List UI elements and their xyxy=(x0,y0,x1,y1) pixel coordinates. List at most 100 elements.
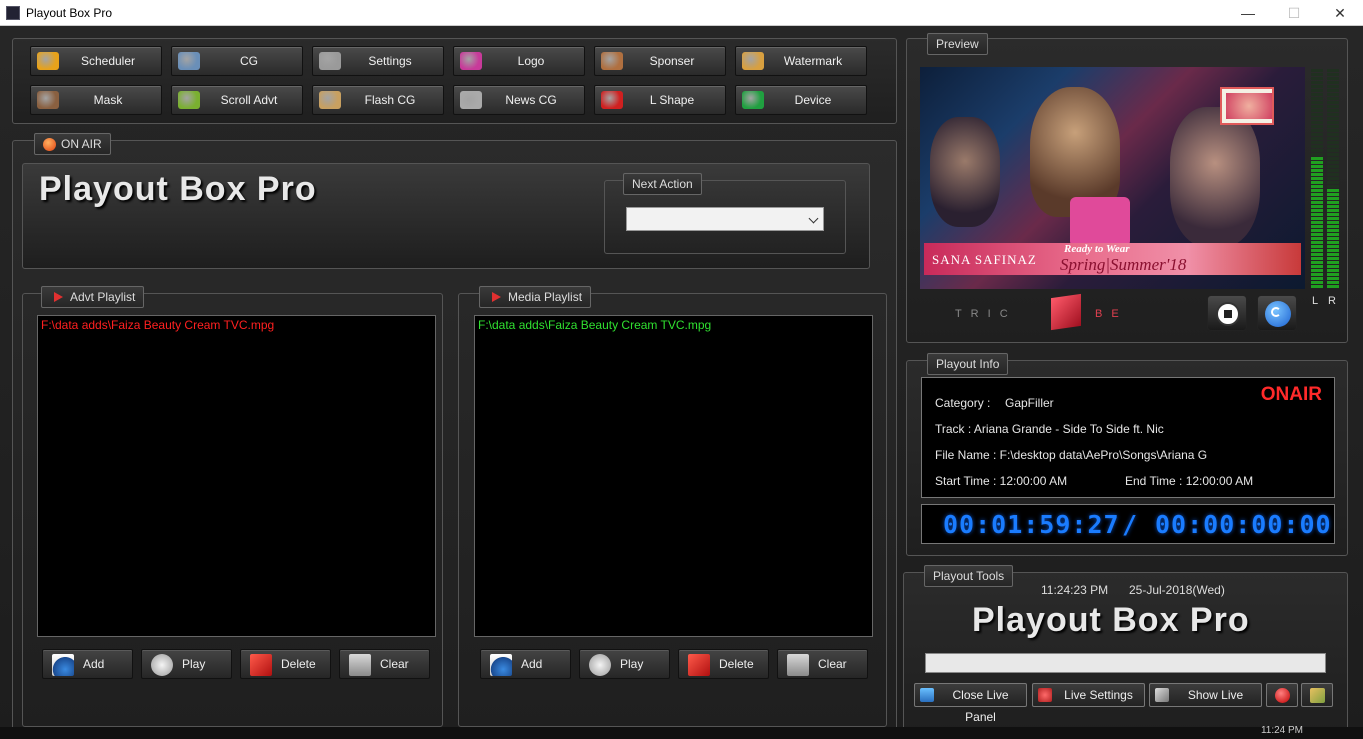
minimize-button[interactable]: — xyxy=(1225,2,1271,24)
next-action-group: Next Action xyxy=(604,173,846,254)
meter-segment xyxy=(1311,245,1323,248)
broadcast-button[interactable] xyxy=(1301,683,1333,707)
meter-segment xyxy=(1327,173,1339,176)
refresh-button[interactable] xyxy=(1257,295,1297,331)
media-playlist-panel: Media Playlist F:\data adds\Faiza Beauty… xyxy=(458,286,887,727)
meter-segment xyxy=(1327,221,1339,224)
broadcast-icon xyxy=(1310,688,1325,703)
advt-clear-button[interactable]: Clear xyxy=(339,649,430,679)
meter-segment xyxy=(1311,157,1323,160)
meter-segment xyxy=(1311,105,1323,108)
meter-segment xyxy=(1327,185,1339,188)
scheduler-button[interactable]: Scheduler xyxy=(30,46,162,76)
close-live-panel-button[interactable]: Close Live Panel xyxy=(914,683,1027,724)
meter-segment xyxy=(1327,193,1339,196)
advt-playlist-list[interactable]: F:\data adds\Faiza Beauty Cream TVC.mpg xyxy=(37,315,436,637)
meter-segment xyxy=(1327,249,1339,252)
logo-button[interactable]: Logo xyxy=(453,46,585,76)
meter-segment xyxy=(1327,169,1339,172)
device-button[interactable]: Device xyxy=(735,85,867,115)
live-settings-button[interactable]: Live Settings xyxy=(1032,683,1145,707)
show-live-button[interactable]: Show Live xyxy=(1149,683,1262,707)
logo-icon xyxy=(460,52,482,70)
list-item[interactable]: F:\data adds\Faiza Beauty Cream TVC.mpg xyxy=(41,318,432,332)
meter-segment xyxy=(1327,181,1339,184)
meter-segment xyxy=(1311,109,1323,112)
preview-logo-overlay xyxy=(1220,87,1274,125)
playout-info-panel: Playout Info ONAIR Category : GapFiller … xyxy=(906,353,1348,556)
current-time: 11:24:23 PM xyxy=(1041,583,1109,597)
meter-segment xyxy=(1311,97,1323,100)
meter-segment xyxy=(1327,89,1339,92)
preview-figure-top xyxy=(1070,197,1130,247)
meter-segment xyxy=(1327,113,1339,116)
close-button[interactable]: ✕ xyxy=(1317,2,1363,24)
meter-segment xyxy=(1311,73,1323,76)
maximize-button[interactable]: ☐ xyxy=(1271,2,1317,24)
taskbar: 11:24 PM xyxy=(0,725,1363,739)
news-icon xyxy=(460,91,482,109)
media-delete-button[interactable]: Delete xyxy=(678,649,769,679)
audio-meters xyxy=(1309,67,1341,289)
pen-icon xyxy=(1155,688,1169,702)
clear-icon xyxy=(787,654,809,676)
meter-segment xyxy=(1311,81,1323,84)
progress-bar xyxy=(925,653,1326,673)
meter-segment xyxy=(1327,273,1339,276)
onair-panel: ON AIR Playout Box Pro Next Action Advt … xyxy=(12,133,897,730)
next-action-select[interactable] xyxy=(626,207,824,231)
scroll-advt-button[interactable]: Scroll Advt xyxy=(171,85,303,115)
settings-button[interactable]: Settings xyxy=(312,46,444,76)
playout-tools-panel: Playout Tools 11:24:23 PM 25-Jul-2018(We… xyxy=(903,565,1348,732)
meter-right xyxy=(1327,67,1339,289)
calendar-icon xyxy=(37,52,59,70)
add-icon xyxy=(490,654,512,676)
meter-segment xyxy=(1327,117,1339,120)
meter-segment xyxy=(1311,241,1323,244)
media-clear-button[interactable]: Clear xyxy=(777,649,868,679)
cg-button[interactable]: CG xyxy=(171,46,303,76)
taskbar-time: 11:24 PM xyxy=(1260,725,1303,736)
watermark-button[interactable]: Watermark xyxy=(735,46,867,76)
gear-icon xyxy=(319,52,341,70)
mask-button[interactable]: Mask xyxy=(30,85,162,115)
record-button[interactable] xyxy=(1266,683,1298,707)
preview-label: Preview xyxy=(927,33,988,55)
mask-icon xyxy=(37,91,59,109)
delete-icon xyxy=(688,654,710,676)
flash-cg-button[interactable]: Flash CG xyxy=(312,85,444,115)
meter-segment xyxy=(1327,149,1339,152)
chevron-down-icon xyxy=(808,213,819,224)
advt-add-button[interactable]: Add xyxy=(42,649,133,679)
sponser-button[interactable]: Sponser xyxy=(594,46,726,76)
remaining-timecode: 00:00:00:00 xyxy=(1155,510,1332,539)
meter-segment xyxy=(1327,105,1339,108)
banner-brand: SANA SAFINAZ xyxy=(932,252,1037,267)
l-shape-button[interactable]: L Shape xyxy=(594,85,726,115)
news-cg-button[interactable]: News CG xyxy=(453,85,585,115)
media-playlist-list[interactable]: F:\data adds\Faiza Beauty Cream TVC.mpg xyxy=(474,315,873,637)
list-item[interactable]: F:\data adds\Faiza Beauty Cream TVC.mpg xyxy=(478,318,869,332)
meter-segment xyxy=(1311,169,1323,172)
preview-video[interactable]: SANA SAFINAZ Ready to Wear Spring|Summer… xyxy=(920,67,1305,289)
meter-segment xyxy=(1311,197,1323,200)
stop-button[interactable] xyxy=(1207,295,1247,331)
media-play-button[interactable]: Play xyxy=(579,649,670,679)
meter-segment xyxy=(1327,137,1339,140)
current-date: 25-Jul-2018(Wed) xyxy=(1129,583,1225,597)
meter-segment xyxy=(1311,185,1323,188)
meter-segment xyxy=(1327,285,1339,288)
delete-icon xyxy=(250,654,272,676)
advt-play-button[interactable]: Play xyxy=(141,649,232,679)
meter-segment xyxy=(1327,101,1339,104)
media-playlist-legend: Media Playlist xyxy=(479,286,592,308)
meter-segment xyxy=(1327,189,1339,192)
advt-playlist-panel: Advt Playlist F:\data adds\Faiza Beauty … xyxy=(22,286,443,727)
meter-segment xyxy=(1311,221,1323,224)
meter-segment xyxy=(1311,153,1323,156)
meter-segment xyxy=(1311,137,1323,140)
meter-segment xyxy=(1327,177,1339,180)
advt-delete-button[interactable]: Delete xyxy=(240,649,331,679)
meter-segment xyxy=(1311,85,1323,88)
media-add-button[interactable]: Add xyxy=(480,649,571,679)
